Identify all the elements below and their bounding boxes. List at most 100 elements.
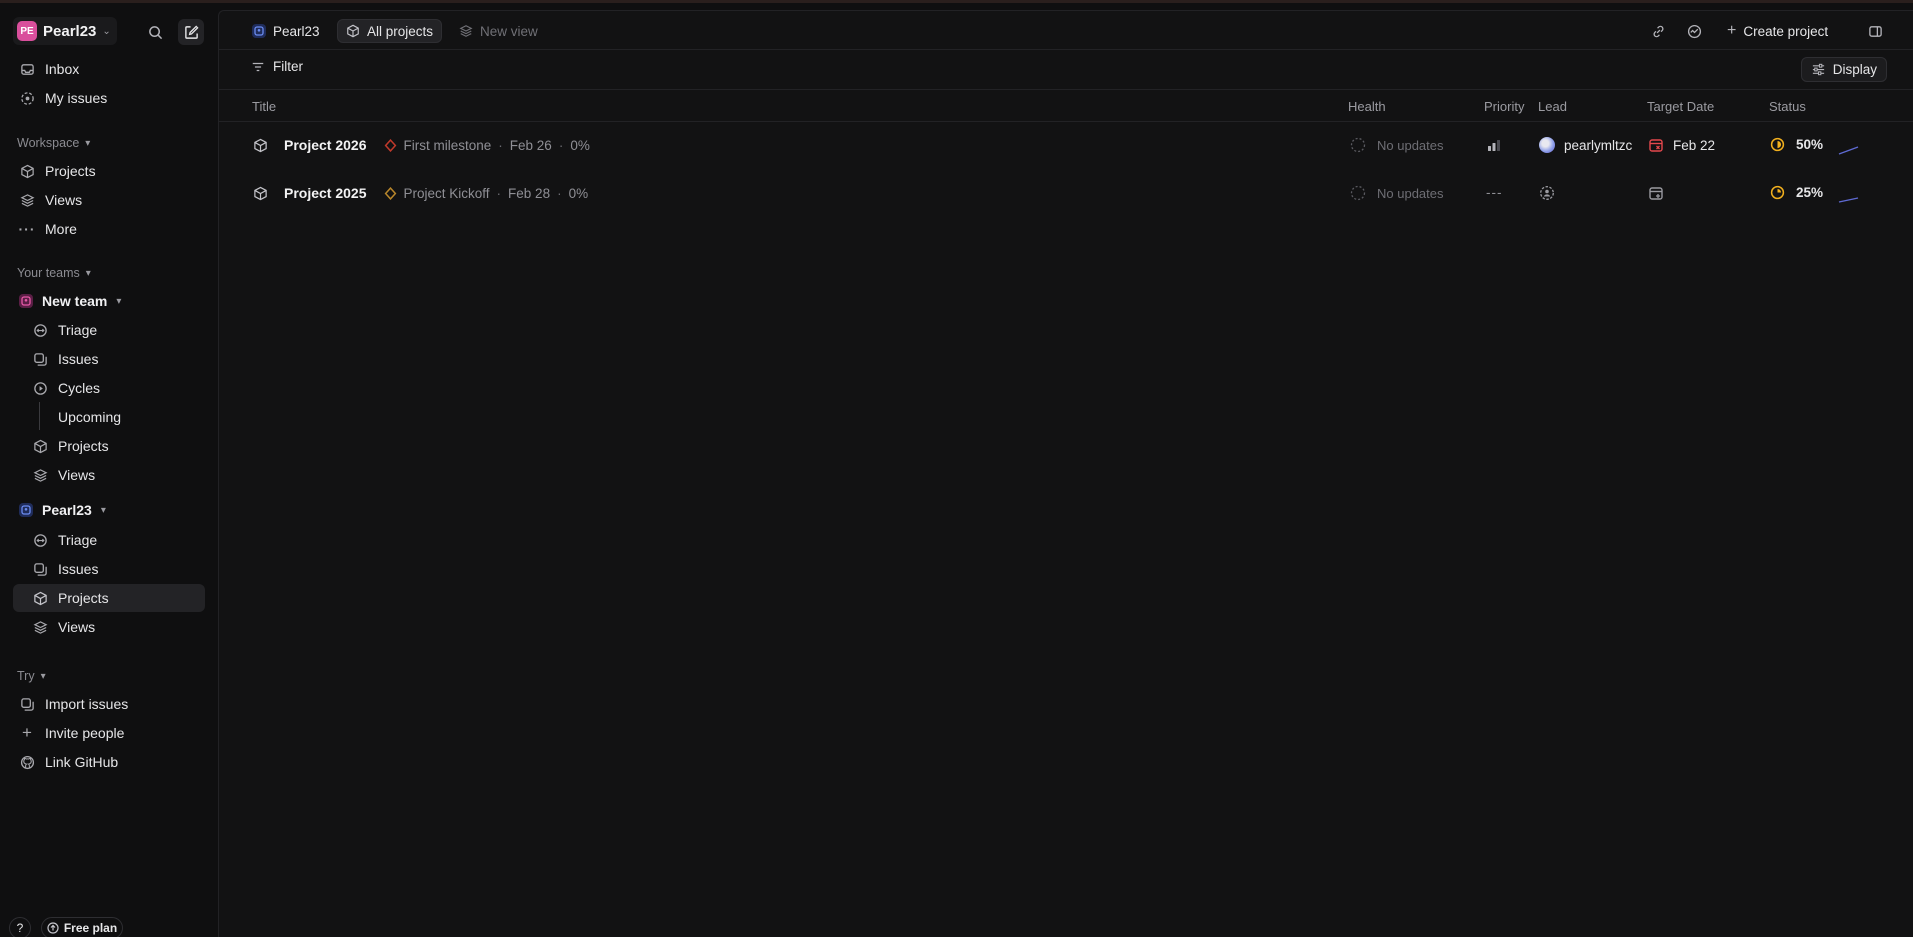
triage-icon	[32, 532, 48, 548]
sidebar-item-inbox[interactable]: Inbox	[13, 55, 205, 83]
project-title-cell[interactable]: Project 2025 Project Kickoff · Feb 28 · …	[253, 185, 588, 201]
sidebar-item-projects[interactable]: Projects	[13, 157, 205, 185]
status-progress-icon	[1770, 137, 1785, 152]
cube-icon	[347, 24, 359, 38]
table-row[interactable]: Project 2026 First milestone · Feb 26 · …	[219, 125, 1913, 169]
layers-icon	[32, 619, 48, 635]
priority-cell[interactable]: ---	[1486, 185, 1503, 200]
calendar-add-icon	[1649, 187, 1663, 200]
column-header-lead[interactable]: Lead	[1538, 99, 1567, 114]
top-bar: Pearl23 All projects New view + Create p…	[219, 11, 1913, 50]
sidebar-item-label: Triage	[58, 532, 98, 548]
priority-bars-icon	[1488, 140, 1500, 151]
search-button[interactable]	[142, 19, 168, 45]
sidebar: PE Pearl23 ⌄ Inbox My issues Workspace ▾ …	[0, 3, 218, 937]
target-date: Feb 22	[1673, 137, 1716, 153]
milestone-diamond-icon	[384, 138, 396, 152]
import-icon	[19, 696, 35, 712]
team1-item-projects[interactable]: Projects	[13, 432, 205, 460]
health-cell[interactable]: No updates	[1350, 185, 1444, 201]
section-your-teams[interactable]: Your teams ▾	[17, 266, 91, 280]
display-options-button[interactable]: Display	[1800, 57, 1887, 82]
project-title-cell[interactable]: Project 2026 First milestone · Feb 26 · …	[253, 137, 590, 153]
compose-icon	[184, 24, 199, 39]
table-row[interactable]: Project 2025 Project Kickoff · Feb 28 · …	[219, 173, 1913, 217]
crumb-label: New view	[480, 23, 538, 39]
column-header-health[interactable]: Health	[1348, 99, 1386, 114]
workspace-switcher[interactable]: PE Pearl23 ⌄	[13, 17, 117, 45]
priority-cell[interactable]	[1486, 137, 1502, 153]
cube-icon	[32, 590, 48, 606]
free-plan-button[interactable]: Free plan	[41, 917, 123, 937]
new-view-button[interactable]: New view	[451, 19, 546, 43]
separator-dot: ·	[557, 185, 562, 201]
team1-item-triage[interactable]: Triage	[13, 316, 205, 344]
team-new-team[interactable]: New team ▾	[13, 288, 121, 314]
team1-item-views[interactable]: Views	[13, 461, 205, 489]
column-header-priority[interactable]: Priority	[1484, 99, 1524, 114]
status-cell[interactable]: 25%	[1770, 185, 1823, 200]
team1-item-cycles[interactable]: Cycles	[13, 374, 205, 402]
health-empty-icon	[1350, 137, 1366, 153]
health-text: No updates	[1377, 185, 1444, 201]
target-date-cell[interactable]	[1648, 185, 1671, 201]
sidebar-toggle-icon	[1868, 25, 1882, 37]
layers-icon	[32, 467, 48, 483]
section-workspace[interactable]: Workspace ▾	[17, 136, 90, 150]
priority-none: ---	[1486, 185, 1503, 200]
column-header-status[interactable]: Status	[1769, 99, 1806, 114]
project-title: Project 2026	[284, 137, 367, 153]
sidebar-item-label: Upcoming	[58, 409, 122, 425]
no-lead-icon	[1540, 186, 1554, 200]
section-try[interactable]: Try ▾	[17, 669, 46, 683]
sliders-icon	[1812, 63, 1824, 76]
caret-down-icon: ▾	[85, 137, 91, 149]
tab-all-projects[interactable]: All projects	[337, 19, 443, 43]
window-top-border	[0, 0, 1913, 3]
pulse-button[interactable]	[1682, 19, 1706, 43]
toggle-details-panel-button[interactable]	[1863, 19, 1887, 43]
status-progress-icon	[1770, 185, 1785, 200]
column-header-title[interactable]: Title	[252, 99, 276, 114]
sidebar-item-label: Import issues	[45, 696, 129, 712]
team2-item-projects[interactable]: Projects	[13, 584, 205, 612]
team2-item-issues[interactable]: Issues	[13, 555, 205, 583]
team2-item-views[interactable]: Views	[13, 613, 205, 641]
plus-icon: +	[22, 723, 32, 742]
copy-link-button[interactable]	[1646, 19, 1670, 43]
crumb-label: All projects	[367, 23, 434, 39]
health-cell[interactable]: No updates	[1350, 137, 1444, 153]
sidebar-item-my-issues[interactable]: My issues	[13, 84, 205, 112]
sidebar-item-label: Cycles	[58, 380, 101, 396]
crumb-team[interactable]: Pearl23	[244, 19, 328, 43]
help-button[interactable]: ?	[9, 917, 31, 937]
status-cell[interactable]: 50%	[1770, 137, 1823, 152]
create-project-button[interactable]: + Create project	[1727, 19, 1828, 43]
new-issue-button[interactable]	[178, 19, 204, 45]
workspace-badge: PE	[17, 21, 37, 41]
team1-item-upcoming[interactable]: Upcoming	[13, 403, 205, 431]
lead-cell[interactable]	[1539, 185, 1562, 201]
separator-dot: ·	[558, 137, 564, 153]
team-pearl23[interactable]: Pearl23 ▾	[13, 497, 106, 523]
sidebar-item-more[interactable]: ··· More	[13, 215, 205, 243]
column-header-target-date[interactable]: Target Date	[1647, 99, 1714, 114]
team2-item-triage[interactable]: Triage	[13, 526, 205, 554]
sidebar-item-import-issues[interactable]: Import issues	[13, 690, 205, 718]
team-icon	[19, 503, 33, 517]
lead-name: pearlymltzc	[1564, 137, 1633, 153]
table-header: Title Health Priority Lead Target Date S…	[219, 90, 1913, 122]
sidebar-item-label: My issues	[45, 90, 108, 106]
sidebar-item-link-github[interactable]: Link GitHub	[13, 748, 205, 776]
sidebar-item-views[interactable]: Views	[13, 186, 205, 214]
filter-button[interactable]: Filter	[251, 59, 303, 74]
sidebar-item-label: Issues	[58, 351, 99, 367]
target-date-cell[interactable]: Feb 22	[1648, 137, 1715, 153]
cycles-icon	[32, 380, 48, 396]
sidebar-item-label: More	[45, 221, 77, 237]
lead-cell[interactable]: pearlymltzc	[1539, 137, 1632, 153]
team-name: Pearl23	[42, 502, 92, 518]
sidebar-item-invite-people[interactable]: + Invite people	[13, 719, 205, 747]
team1-item-issues[interactable]: Issues	[13, 345, 205, 373]
my-issues-icon	[19, 90, 35, 106]
